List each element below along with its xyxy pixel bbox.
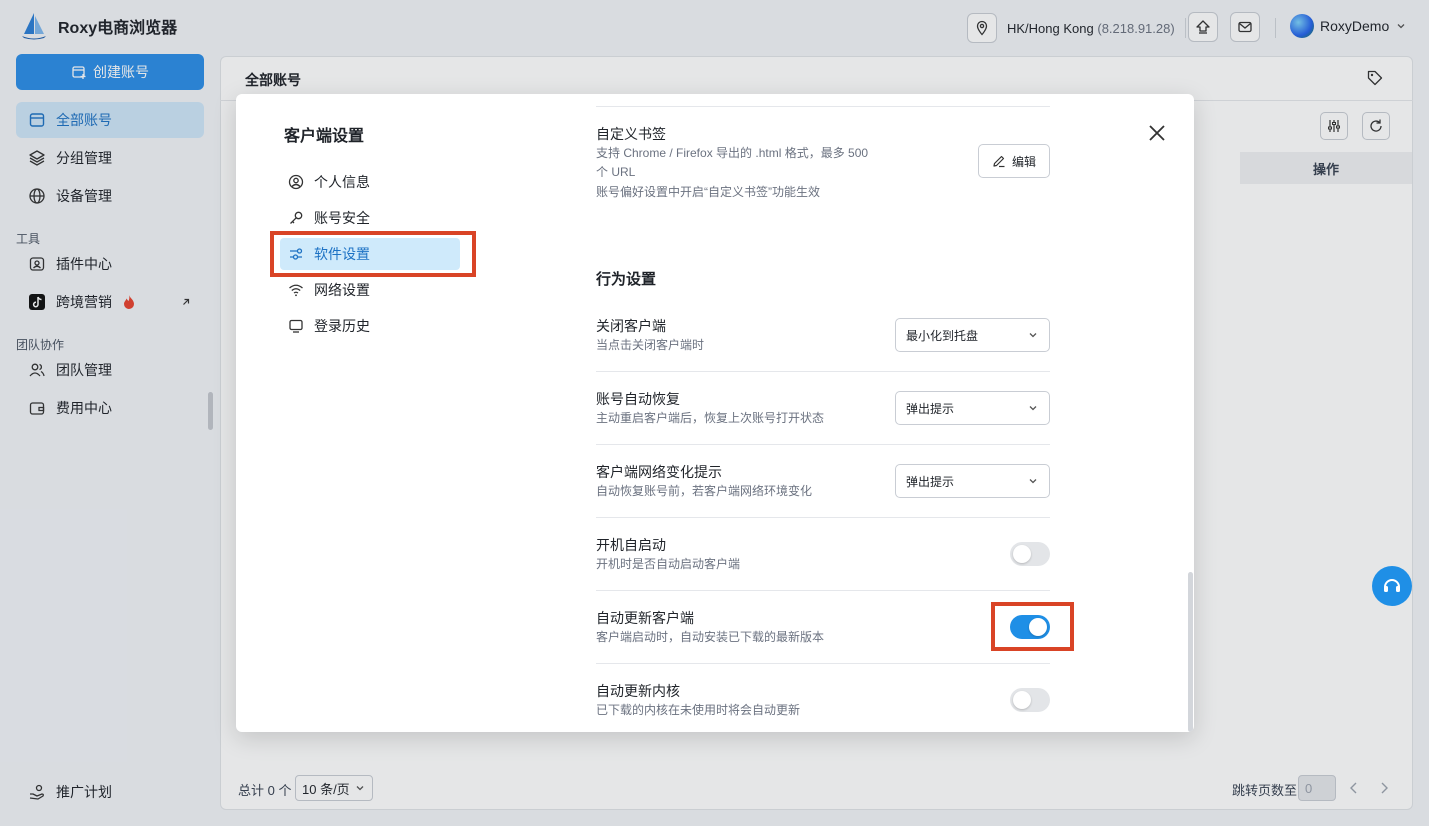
bookmark-desc-3: 账号偏好设置中开启“自定义书签”功能生效 (596, 185, 820, 199)
divider (596, 517, 1050, 518)
divider (596, 663, 1050, 664)
support-button[interactable] (1372, 566, 1412, 606)
headset-icon (1384, 579, 1400, 592)
menu-item-software[interactable]: 软件设置 (280, 238, 460, 270)
monitor-icon (289, 319, 303, 333)
auto-update-kernel-toggle[interactable] (1010, 688, 1050, 712)
pencil-icon (993, 155, 1005, 168)
divider (596, 106, 1050, 107)
auto-update-kernel-title: 自动更新内核 (596, 683, 680, 699)
behavior-section-title: 行为设置 (596, 271, 657, 288)
auto-restore-title: 账号自动恢复 (596, 391, 680, 407)
auto-update-kernel-desc: 已下载的内核在未使用时将会自动更新 (596, 703, 801, 717)
autostart-desc: 开机时是否自动启动客户端 (596, 557, 741, 571)
key-icon (290, 211, 303, 224)
close-client-value: 最小化到托盘 (906, 328, 979, 343)
chevron-down-icon (1029, 479, 1037, 484)
auto-update-client-toggle[interactable] (1010, 615, 1050, 639)
toggle-knob (1013, 545, 1031, 563)
toggle-knob (1029, 618, 1047, 636)
close-icon[interactable] (1144, 120, 1170, 146)
close-client-select[interactable]: 最小化到托盘 (895, 318, 1050, 352)
menu-item-network[interactable]: 网络设置 (280, 274, 460, 306)
network-change-value: 弹出提示 (906, 474, 955, 489)
auto-restore-value: 弹出提示 (906, 401, 955, 416)
network-change-select[interactable]: 弹出提示 (895, 464, 1050, 498)
divider (596, 371, 1050, 372)
divider (596, 444, 1050, 445)
network-change-title: 客户端网络变化提示 (596, 464, 722, 480)
edit-bookmark-button[interactable]: 编辑 (978, 144, 1050, 178)
auto-update-client-desc: 客户端启动时，自动安装已下载的最新版本 (596, 630, 825, 644)
menu-item-profile[interactable]: 个人信息 (280, 166, 460, 198)
menu-item-label: 网络设置 (314, 282, 370, 298)
auto-restore-select[interactable]: 弹出提示 (895, 391, 1050, 425)
modal-scrollbar[interactable] (1188, 572, 1193, 732)
modal-title: 客户端设置 (284, 128, 365, 145)
close-client-desc: 当点击关闭客户端时 (596, 338, 705, 352)
user-circle-icon (288, 174, 304, 190)
bookmark-desc-1: 支持 Chrome / Firefox 导出的 .html 格式，最多 500 (596, 146, 869, 160)
edit-label: 编辑 (1011, 154, 1036, 169)
autostart-title: 开机自启动 (596, 537, 666, 553)
menu-item-label: 软件设置 (314, 246, 370, 262)
auto-update-client-title: 自动更新客户端 (596, 610, 694, 626)
divider (596, 590, 1050, 591)
menu-item-login-history[interactable]: 登录历史 (280, 310, 460, 342)
autostart-toggle[interactable] (1010, 542, 1050, 566)
menu-item-label: 账号安全 (314, 210, 370, 226)
auto-restore-desc: 主动重启客户端后，恢复上次账号打开状态 (596, 411, 825, 425)
menu-item-security[interactable]: 账号安全 (280, 202, 460, 234)
toggles-icon (290, 248, 303, 260)
chevron-down-icon (1029, 406, 1037, 411)
chevron-down-icon (1029, 333, 1037, 338)
settings-modal: 客户端设置 个人信息 账号安全 软件设置 网络设置 登录历史 自定义书签 支持 … (236, 94, 1194, 732)
network-change-desc: 自动恢复账号前，若客户端网络环境变化 (596, 484, 813, 498)
bookmark-title: 自定义书签 (596, 126, 666, 142)
wifi-icon (289, 284, 303, 297)
toggle-knob (1013, 691, 1031, 709)
menu-item-label: 登录历史 (314, 318, 370, 334)
close-client-title: 关闭客户端 (596, 318, 666, 334)
menu-item-label: 个人信息 (314, 174, 370, 190)
bookmark-desc-2: 个 URL (596, 165, 636, 179)
